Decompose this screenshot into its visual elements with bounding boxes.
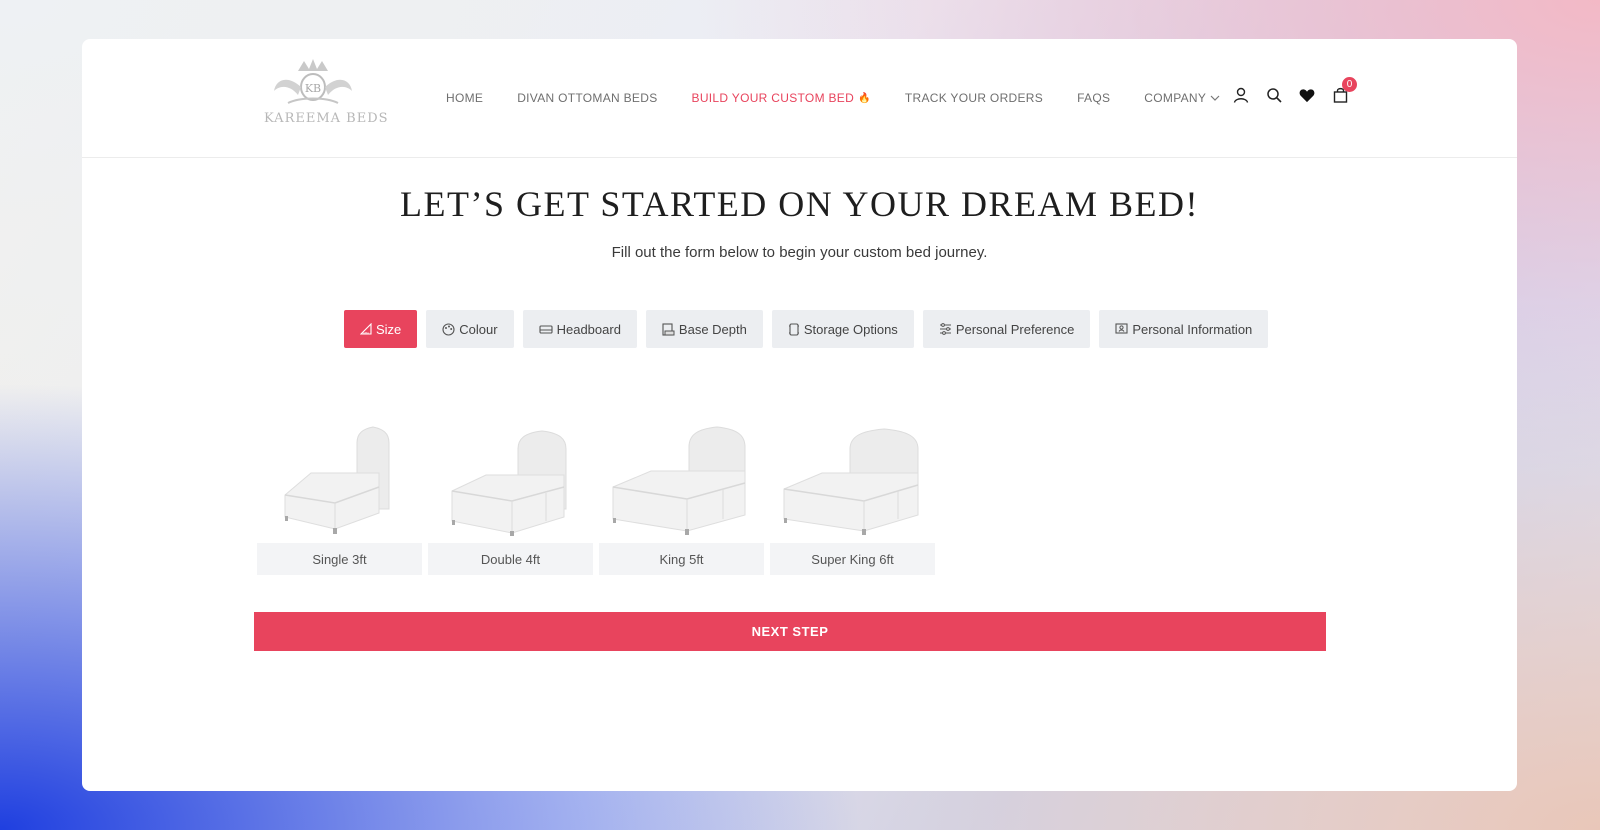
nav-home-label: HOME [446, 91, 484, 105]
nav-faqs[interactable]: FAQS [1077, 91, 1110, 105]
step-tabs: Size Colour Headboard Base Depth Storage… [344, 310, 1269, 348]
size-option-label: Double 4ft [428, 543, 593, 575]
bed-image [599, 409, 764, 537]
nav-build-custom-bed[interactable]: BUILD YOUR CUSTOM BED 🔥 [692, 91, 871, 105]
tab-personal-preference-label: Personal Preference [955, 321, 1075, 337]
logo[interactable]: KB KAREEMA BEDS [264, 57, 389, 129]
crest-icon: KB [274, 59, 352, 104]
tab-colour[interactable]: Colour [426, 310, 514, 348]
main-nav: HOME DIVAN OTTOMAN BEDS BUILD YOUR CUSTO… [446, 86, 1254, 110]
tab-size[interactable]: Size [344, 310, 418, 348]
heart-icon[interactable] [1299, 87, 1315, 103]
base-depth-icon [662, 322, 675, 336]
tab-base-depth-label: Base Depth [678, 321, 747, 337]
bed-image [428, 409, 593, 537]
size-option-label: King 5ft [599, 543, 764, 575]
tab-base-depth[interactable]: Base Depth [645, 310, 763, 348]
tab-storage-options[interactable]: Storage Options [771, 310, 914, 348]
size-option-label: Super King 6ft [770, 543, 935, 575]
tab-size-label: Size [376, 321, 402, 337]
header-icons: 0 [1233, 77, 1357, 103]
tab-personal-preference[interactable]: Personal Preference [922, 310, 1091, 348]
logo-text: KAREEMA BEDS [264, 111, 389, 126]
tab-storage-options-label: Storage Options [803, 321, 898, 337]
size-option-single[interactable]: Single 3ft [257, 409, 422, 575]
nav-divan-label: DIVAN OTTOMAN BEDS [517, 91, 658, 105]
chevron-down-icon [1210, 95, 1220, 101]
nav-company[interactable]: COMPANY [1144, 91, 1220, 105]
nav-divan-ottoman-beds[interactable]: DIVAN OTTOMAN BEDS [517, 91, 657, 105]
id-card-icon [1115, 323, 1128, 334]
nav-home[interactable]: HOME [446, 91, 483, 105]
nav-company-label: COMPANY [1144, 91, 1207, 105]
search-icon[interactable] [1266, 87, 1282, 103]
site-header: KB KAREEMA BEDS HOME DIVAN OTTOMAN BEDS … [82, 39, 1517, 158]
cart-icon[interactable]: 0 [1332, 77, 1357, 103]
user-icon[interactable] [1233, 87, 1249, 103]
svg-text:KB: KB [305, 82, 321, 95]
size-option-double[interactable]: Double 4ft [428, 409, 593, 575]
nav-faqs-label: FAQS [1077, 91, 1111, 105]
size-option-label: Single 3ft [257, 543, 422, 575]
cart-count-badge: 0 [1342, 77, 1357, 92]
tab-personal-information-label: Personal Information [1132, 321, 1253, 337]
bed-image [770, 409, 935, 537]
storage-icon [788, 322, 799, 336]
nav-track-orders[interactable]: TRACK YOUR ORDERS [905, 91, 1043, 105]
browser-window: KB KAREEMA BEDS HOME DIVAN OTTOMAN BEDS … [82, 39, 1517, 791]
tab-headboard[interactable]: Headboard [522, 310, 637, 348]
nav-track-label: TRACK YOUR ORDERS [904, 91, 1044, 105]
tab-colour-label: Colour [459, 321, 498, 337]
headboard-icon [539, 324, 553, 334]
size-option-king[interactable]: King 5ft [599, 409, 764, 575]
page-title: LET’S GET STARTED ON YOUR DREAM BED! [400, 184, 1199, 224]
next-step-button[interactable]: NEXT STEP [254, 612, 1326, 651]
ruler-icon [360, 323, 372, 335]
bed-image [257, 409, 422, 537]
size-options: Single 3ft Double 4ft King 5ft Super Kin… [257, 409, 935, 575]
size-option-super-king[interactable]: Super King 6ft [770, 409, 935, 575]
tab-personal-information[interactable]: Personal Information [1099, 310, 1269, 348]
tab-headboard-label: Headboard [556, 321, 621, 337]
palette-icon [442, 322, 455, 336]
nav-build-label: BUILD YOUR CUSTOM BED [691, 91, 855, 105]
flame-icon: 🔥 [858, 92, 871, 104]
sliders-icon [939, 323, 951, 335]
page-subtitle: Fill out the form below to begin your cu… [611, 244, 988, 261]
